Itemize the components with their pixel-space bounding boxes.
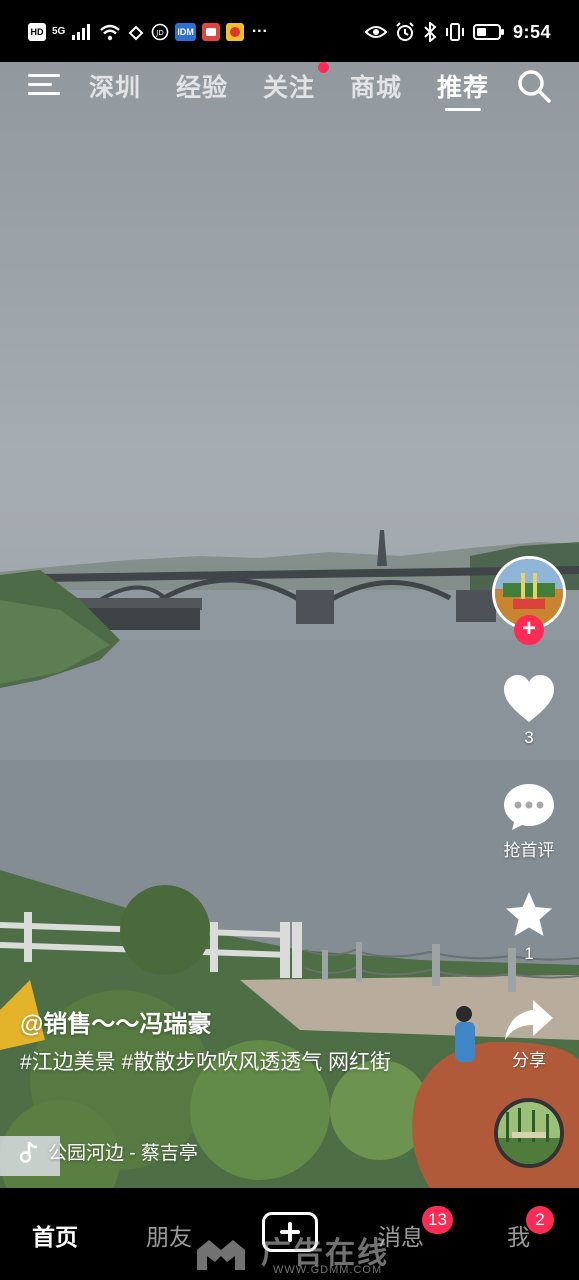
tab-recommend[interactable]: 推荐 [437,68,489,104]
eye-comfort-icon [364,26,387,38]
menu-icon[interactable] [28,70,62,100]
top-navigation: 深圳 经验 关注 商城 推荐 [0,62,579,122]
app-notification-icon: JD [152,23,169,41]
music-disc[interactable] [494,1098,564,1168]
status-bar-left: HD 5G JD IDM ··· [28,20,268,44]
wifi-icon [100,24,121,41]
hd-badge: HD [28,23,46,41]
music-info[interactable]: 公园河边 - 蔡吉亭 [20,1138,198,1165]
follow-button[interactable]: + [514,615,544,645]
like-count: 3 [524,728,534,747]
me-badge: 2 [526,1206,554,1234]
alarm-icon [396,22,414,41]
status-bar-right: 9:54 [364,20,551,44]
idm-app-icon: IDM [175,23,196,41]
star-icon [506,892,552,936]
active-tab-indicator [445,108,481,111]
clock: 9:54 [512,21,551,42]
svg-text:JD: JD [156,29,164,37]
favorite-button[interactable]: 1 [489,890,569,964]
battery-icon [472,24,504,40]
tab-local[interactable]: 深圳 [89,68,141,104]
music-title: 公园河边 - 蔡吉亭 [48,1143,198,1164]
comment-button[interactable]: 抢首评 [489,782,569,861]
site-watermark: 广告在线 WWW.GDMM.COM [195,1236,389,1276]
nav-friends[interactable]: 朋友 [146,1218,192,1252]
messages-badge: 13 [422,1206,453,1234]
weibo-icon [225,23,244,41]
watermark-logo [197,1240,245,1270]
bluetooth-icon [424,22,437,42]
share-arrow-icon [505,1000,553,1040]
tab-following[interactable]: 关注 [263,68,315,104]
status-bar: HD 5G JD IDM ··· 9:54 [0,0,579,62]
following-unread-dot [318,62,329,73]
tab-mall[interactable]: 商城 [350,68,402,104]
comment-icon [504,784,554,830]
network-type: 5G [52,26,66,37]
video-description[interactable]: #江边美景 #散散步吹吹风透透气 网红街 [20,1046,440,1080]
share-button[interactable]: 分享 [489,998,569,1071]
music-cover-image [498,1102,560,1164]
signal-icon [72,24,91,40]
search-icon[interactable] [516,68,552,104]
heart-icon [504,675,554,722]
tab-experience[interactable]: 经验 [176,68,228,104]
red-app-icon [201,23,220,41]
author-name[interactable]: @销售～～冯瑞豪 [20,1004,211,1039]
comment-label: 抢首评 [503,841,555,860]
more-notifications-icon: ··· [251,23,268,40]
hotspot-icon [128,25,144,41]
vibrate-icon [445,23,464,41]
share-label: 分享 [512,1051,546,1070]
music-note-icon [20,1140,38,1163]
favorite-count: 1 [524,944,534,963]
like-button[interactable]: 3 [489,674,569,748]
watermark-url: WWW.GDMM.COM [273,1264,383,1276]
nav-home[interactable]: 首页 [32,1218,78,1252]
